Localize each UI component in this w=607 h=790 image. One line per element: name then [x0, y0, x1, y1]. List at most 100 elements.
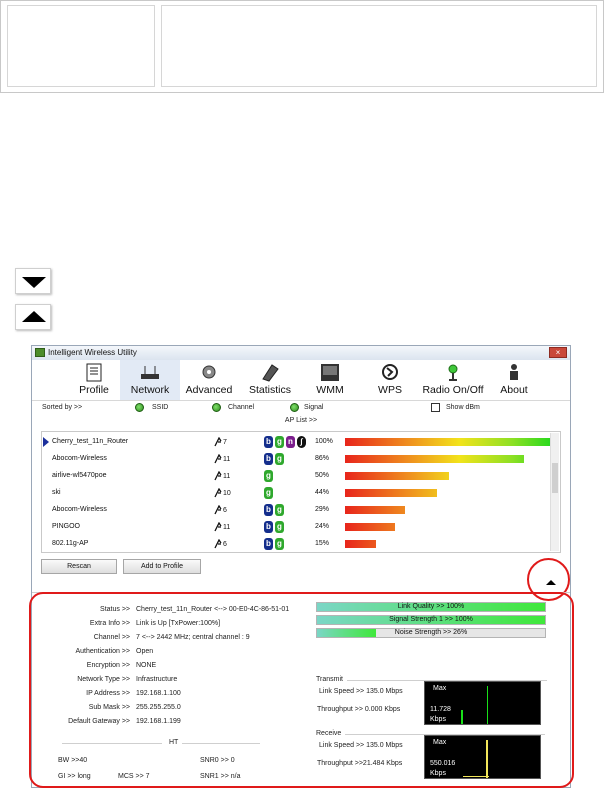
tab-label: Advanced [185, 384, 233, 396]
ap-channel: 6 [223, 541, 227, 548]
about-icon [510, 364, 518, 380]
ap-ssid: Abocom-Wireless [52, 506, 107, 513]
ap-signal-bar [345, 489, 437, 497]
mode-g-badge: g [264, 487, 273, 499]
advanced-icon [202, 365, 216, 379]
mode-b-badge: b [264, 504, 273, 516]
ap-signal-bar [345, 438, 553, 446]
profile-icon [86, 363, 102, 382]
arrow-down-icon [22, 277, 46, 288]
ap-signal-percent: 86% [315, 455, 330, 462]
utility-window: Intelligent Wireless Utility × Profile N… [29, 345, 574, 788]
network-icon [141, 366, 159, 379]
arrow-up-icon [546, 580, 556, 585]
tab-label: WMM [316, 384, 344, 396]
tab-label: About [500, 384, 528, 396]
ap-row[interactable]: Abocom-Wireless 11 b g 86% [42, 451, 552, 468]
ap-signal-percent: 29% [315, 506, 330, 513]
ap-ssid: 802.11g-AP [52, 540, 89, 547]
mode-n-badge: n [286, 436, 295, 448]
ap-signal-bar [345, 540, 376, 548]
arrow-up-icon [22, 311, 46, 322]
channel-icon [214, 522, 222, 532]
tab-wps[interactable]: WPS [368, 360, 412, 400]
channel-icon [214, 505, 222, 515]
ap-ssid: ski [52, 489, 61, 496]
ap-list-scrollbar[interactable] [550, 433, 559, 551]
tab-wmm[interactable]: WMM [308, 360, 352, 400]
ap-signal-bar [345, 472, 449, 480]
mode-g-badge: g [275, 504, 284, 516]
sort-signal-radio[interactable] [290, 403, 299, 412]
scrollbar-thumb[interactable] [552, 463, 558, 493]
sort-ssid-radio[interactable] [135, 403, 144, 412]
ap-row[interactable]: Cherry_test_11n_Router 7 b g n ∫ 100% [42, 434, 553, 451]
ap-ssid: Cherry_test_11n_Router [52, 438, 129, 445]
tab-label: Radio On/Off [422, 384, 484, 396]
channel-icon [214, 539, 222, 549]
ap-ssid: airlive-wl5470poe [52, 472, 107, 479]
show-dbm-checkbox[interactable] [431, 403, 440, 412]
mode-g-badge: g [275, 521, 284, 533]
ap-channel: 11 [223, 473, 231, 480]
tab-label: Profile [79, 384, 109, 396]
ap-row[interactable]: Abocom-Wireless 6 b g 29% [42, 502, 552, 519]
mode-b-badge: b [264, 436, 273, 448]
ap-channel: 7 [223, 439, 227, 446]
ap-row[interactable]: airlive-wl5470poe 11 g 50% [42, 468, 552, 485]
mode-g-badge: g [264, 470, 273, 482]
sort-channel-radio[interactable] [212, 403, 221, 412]
sort-label: Sorted by >> [42, 404, 83, 411]
mode-b-badge: b [264, 538, 273, 550]
statistics-icon [262, 364, 279, 382]
ap-signal-percent: 50% [315, 472, 330, 479]
highlight-frame [29, 592, 574, 788]
ap-signal-percent: 24% [315, 523, 330, 530]
ap-signal-bar [345, 506, 405, 514]
radio-icon [448, 364, 458, 381]
show-dbm-label: Show dBm [446, 404, 480, 411]
tab-about[interactable]: About [494, 360, 534, 400]
channel-icon [214, 488, 222, 498]
sort-channel-label: Channel [228, 404, 255, 411]
ap-signal-bar [345, 455, 524, 463]
tab-label: Statistics [248, 384, 291, 396]
tab-label: Network [130, 384, 170, 396]
ap-row[interactable]: 802.11g-AP 6 b g 15% [42, 536, 552, 552]
table-cell [161, 5, 597, 87]
wmm-icon [321, 364, 339, 381]
add-to-profile-button[interactable]: Add to Profile [123, 559, 201, 574]
tab-statistics[interactable]: Statistics [246, 360, 294, 400]
wps-badge-icon: ∫ [297, 436, 306, 448]
tab-radio[interactable]: Radio On/Off [418, 360, 488, 400]
expand-button[interactable] [15, 268, 51, 294]
close-button[interactable]: × [549, 347, 567, 358]
mode-b-badge: b [264, 521, 273, 533]
ap-list-label: AP List >> [284, 417, 318, 424]
tab-profile[interactable]: Profile [72, 360, 116, 400]
selected-marker-icon [43, 437, 49, 447]
table-cell [7, 5, 155, 87]
sort-row: Sorted by >> SSID Channel Signal Show dB… [32, 400, 570, 416]
ap-signal-bar [345, 523, 395, 531]
ap-channel: 6 [223, 507, 227, 514]
sort-signal-label: Signal [304, 404, 324, 411]
collapse-panel-button[interactable] [542, 577, 560, 589]
tab-network[interactable]: Network [120, 360, 180, 400]
ap-row[interactable]: PINGOO 11 b g 24% [42, 519, 552, 536]
collapse-button[interactable] [15, 304, 51, 330]
ap-channel: 10 [223, 490, 231, 497]
mode-g-badge: g [275, 436, 284, 448]
rescan-button[interactable]: Rescan [41, 559, 117, 574]
channel-icon [214, 471, 222, 481]
ap-row[interactable]: ski 10 g 44% [42, 485, 552, 502]
ap-ssid: Abocom-Wireless [52, 455, 107, 462]
channel-icon [214, 437, 222, 447]
tab-advanced[interactable]: Advanced [184, 360, 234, 400]
ap-signal-percent: 44% [315, 489, 330, 496]
ap-channel: 11 [223, 524, 231, 531]
ap-signal-percent: 15% [315, 540, 330, 547]
toolbar: Profile Network Advanced Statistics WMM … [32, 360, 570, 401]
title-bar: Intelligent Wireless Utility × [32, 346, 570, 361]
mode-b-badge: b [264, 453, 273, 465]
